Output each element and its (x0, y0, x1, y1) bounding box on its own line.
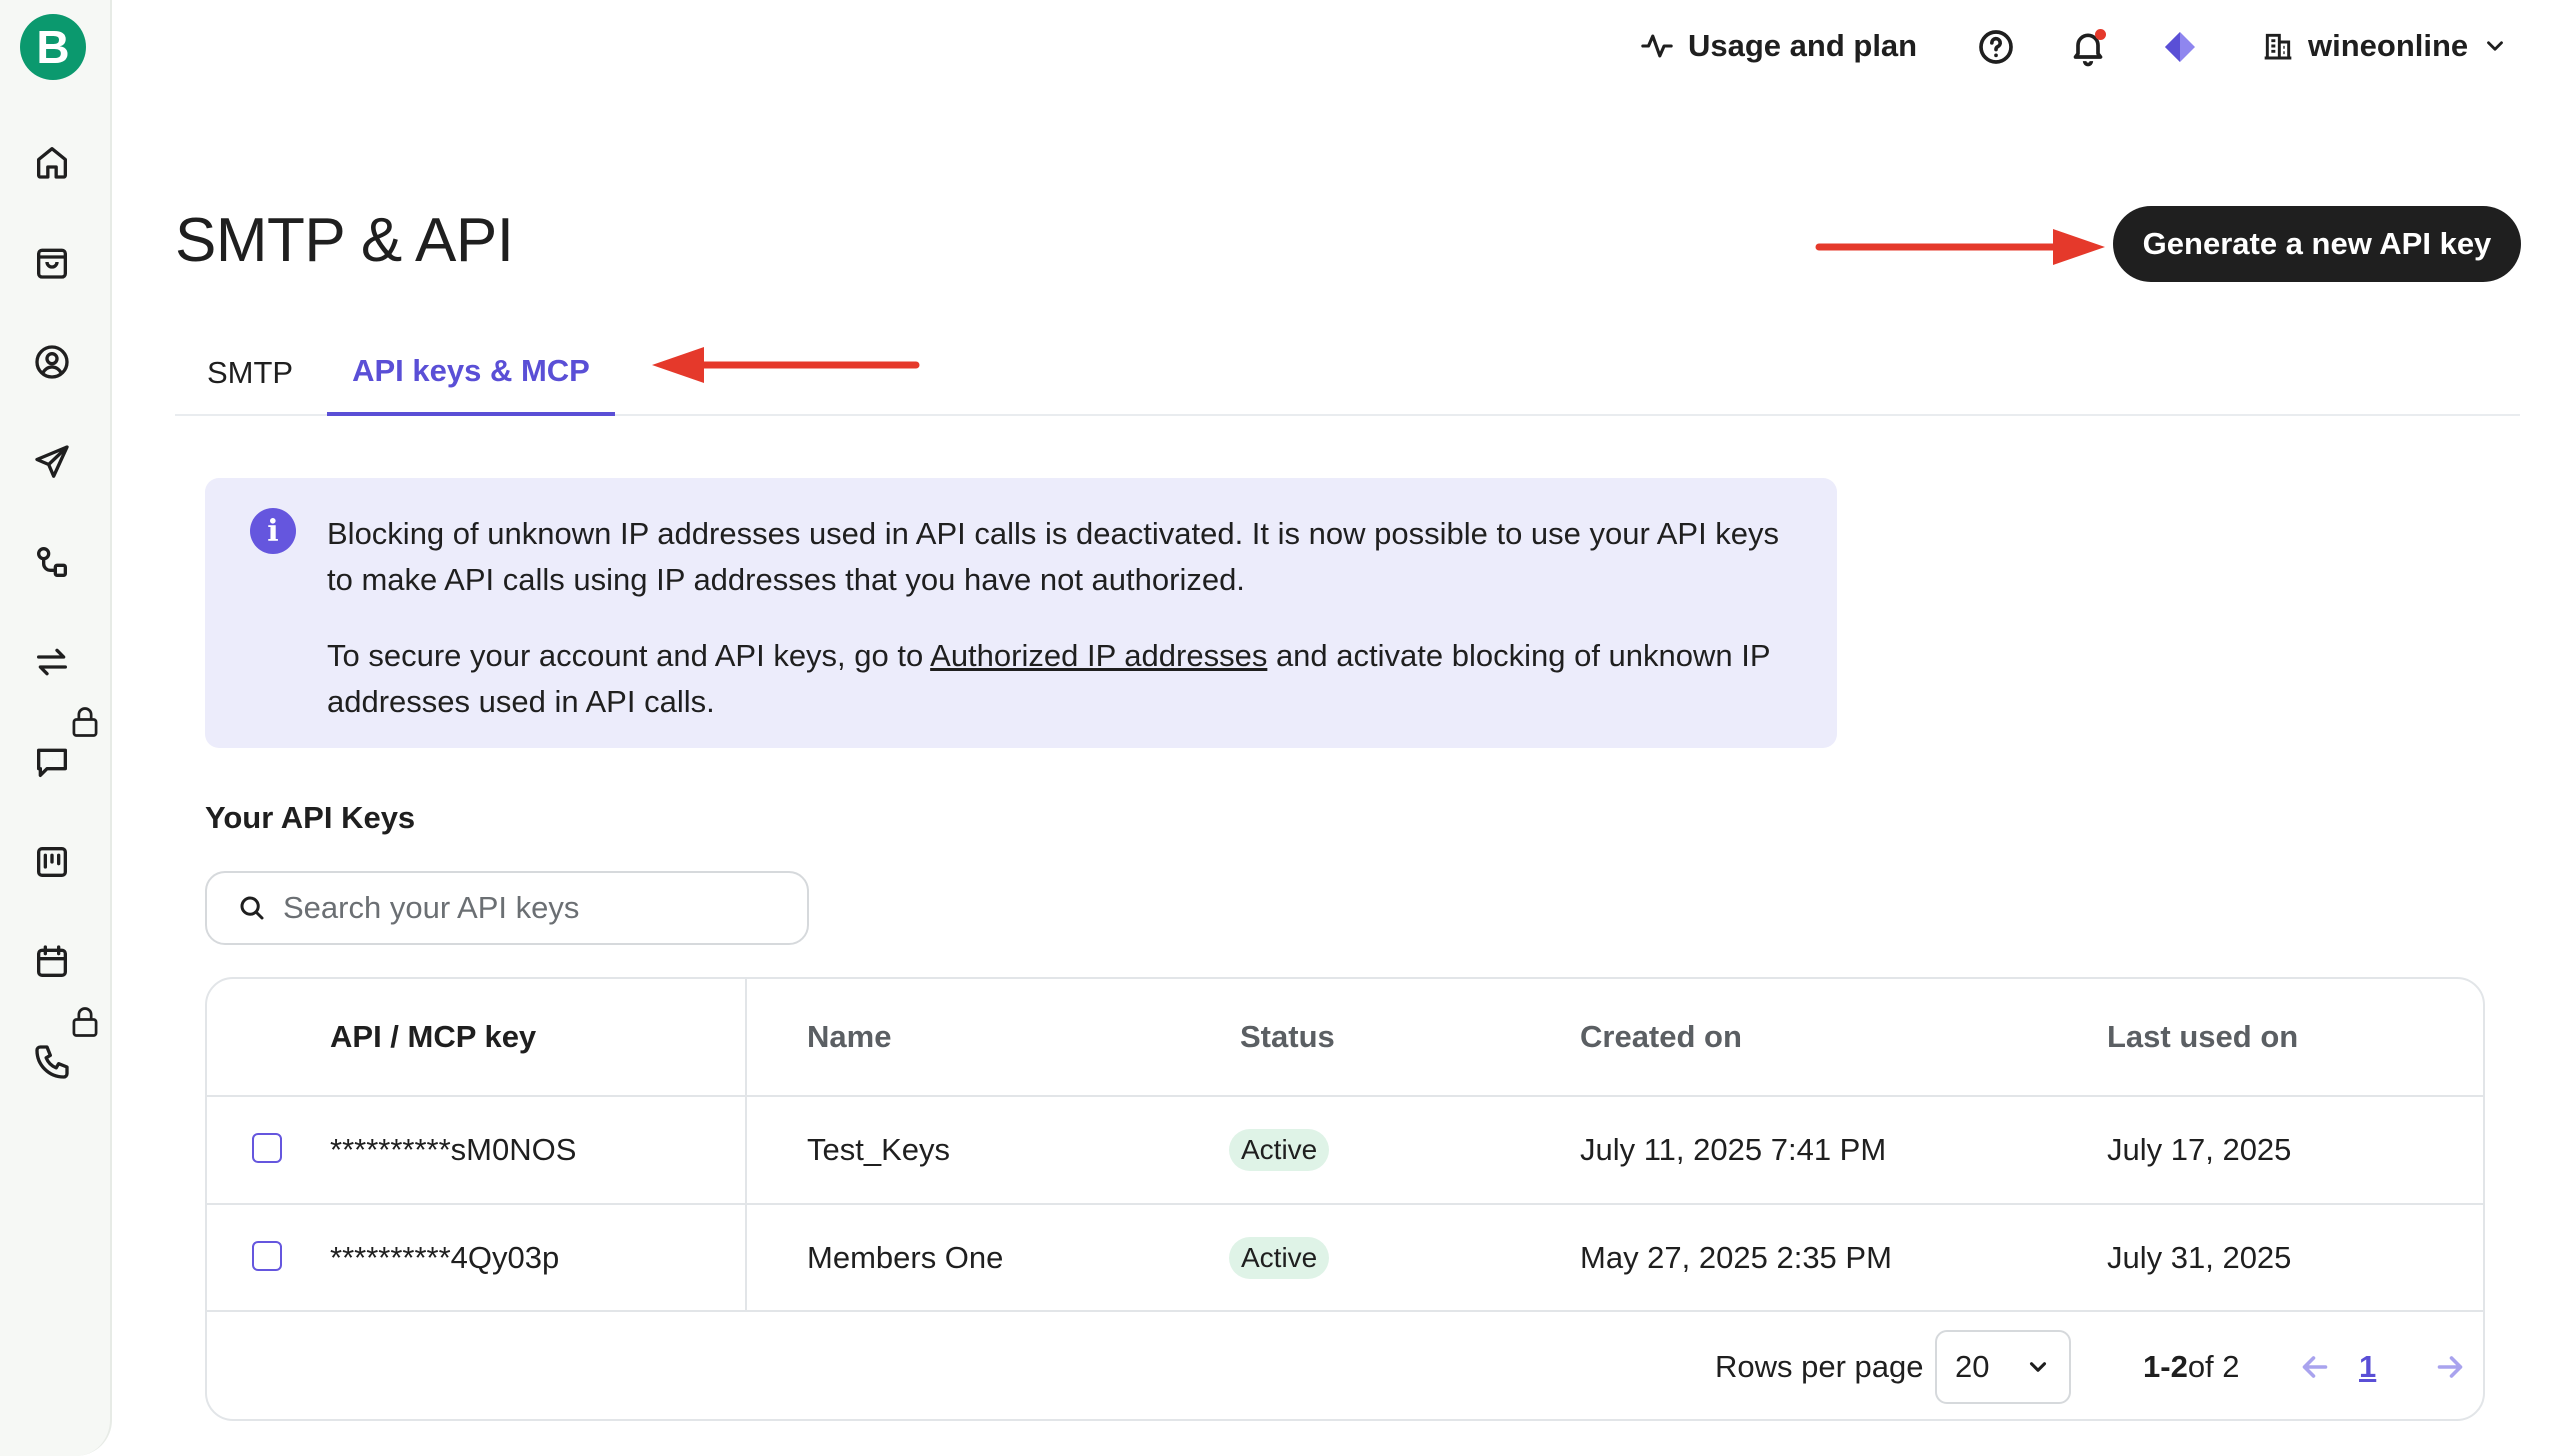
phone-icon[interactable] (26, 1036, 78, 1088)
rows-per-page-select[interactable]: 20 (1935, 1330, 2071, 1404)
chevron-down-icon (2029, 1362, 2047, 1372)
arrow-right-icon[interactable] (2432, 1349, 2468, 1385)
annotation-arrow-right (1815, 229, 2105, 265)
status-badge: Active (1229, 1237, 1330, 1279)
account-menu[interactable]: wineonline (2262, 26, 2508, 66)
conversations-icon[interactable] (26, 736, 78, 788)
campaigns-icon[interactable] (26, 436, 78, 488)
automations-icon[interactable] (26, 536, 78, 588)
premium-diamond-icon[interactable] (2160, 27, 2200, 67)
lock-icon (72, 707, 98, 737)
api-key-value: **********sM0NOS (330, 1132, 577, 1167)
arrow-left-icon[interactable] (2297, 1349, 2333, 1385)
chevron-down-icon (2487, 41, 2504, 51)
lock-icon (72, 1007, 98, 1037)
rows-per-page-value: 20 (1955, 1349, 1990, 1384)
shopping-bag-icon[interactable] (26, 236, 78, 288)
row-checkbox[interactable] (252, 1133, 282, 1163)
api-keys-table: API / MCP key Name Status Created on Las… (205, 977, 2485, 1421)
account-name: wineonline (2308, 28, 2469, 63)
usage-and-plan-link[interactable]: Usage and plan (1640, 26, 1917, 66)
header-last-used-on[interactable]: Last used on (2107, 979, 2298, 1095)
banner-secure-prefix: To secure your account and API keys, go … (327, 638, 931, 673)
contacts-icon[interactable] (26, 336, 78, 388)
usage-and-plan-label: Usage and plan (1688, 28, 1918, 63)
notifications-button[interactable] (2068, 27, 2108, 67)
header-status[interactable]: Status (1240, 979, 1335, 1095)
pagination-range: 1-2 of 2 (2143, 1330, 2240, 1404)
info-icon: i (250, 508, 296, 554)
tab-smtp[interactable]: SMTP (175, 330, 325, 416)
tab-api-keys-mcp[interactable]: API keys & MCP (327, 330, 615, 416)
banner-secure-text: To secure your account and API keys, go … (327, 633, 1807, 725)
sidebar: B (0, 0, 112, 1456)
notification-dot (2095, 29, 2106, 40)
header-name[interactable]: Name (807, 979, 891, 1095)
building-icon (2264, 33, 2292, 60)
search-input[interactable] (283, 890, 803, 926)
last-used-on: July 31, 2025 (2107, 1240, 2292, 1275)
last-used-on: July 17, 2025 (2107, 1132, 2292, 1167)
column-divider (745, 979, 747, 1310)
banner-text: Blocking of unknown IP addresses used in… (327, 516, 1780, 597)
activity-icon (1641, 34, 1673, 58)
pagination-range-total: of 2 (2187, 1349, 2240, 1384)
home-icon[interactable] (26, 136, 78, 188)
created-on: July 11, 2025 7:41 PM (1580, 1132, 1887, 1167)
meetings-icon[interactable] (26, 936, 78, 988)
authorized-ip-link[interactable]: Authorized IP addresses (930, 638, 1267, 673)
header-created-on[interactable]: Created on (1580, 979, 1742, 1095)
deals-icon[interactable] (26, 836, 78, 888)
api-keys-section-title: Your API Keys (205, 800, 416, 835)
row-divider (207, 1310, 2483, 1312)
row-checkbox[interactable] (252, 1241, 282, 1271)
transactional-icon[interactable] (26, 636, 78, 688)
search-icon (240, 896, 264, 920)
created-on: May 27, 2025 2:35 PM (1580, 1240, 1892, 1275)
help-icon[interactable] (1976, 27, 2016, 67)
page-number[interactable]: 1 (2359, 1349, 2376, 1385)
api-key-name: Test_Keys (807, 1132, 951, 1167)
api-key-name: Members One (807, 1240, 1004, 1275)
pagination-range-bold: 1-2 (2143, 1349, 2188, 1384)
search-box[interactable] (205, 871, 809, 945)
status-badge: Active (1229, 1129, 1330, 1171)
page-title: SMTP & API (175, 206, 514, 275)
info-banner: i Blocking of unknown IP addresses used … (205, 478, 1837, 748)
tab-bar: SMTP API keys & MCP (175, 330, 2520, 416)
header-key[interactable]: API / MCP key (330, 979, 536, 1095)
brand-logo[interactable]: B (20, 14, 86, 80)
rows-per-page-label: Rows per page (1715, 1349, 1924, 1384)
generate-api-key-button[interactable]: Generate a new API key (2113, 206, 2521, 282)
api-key-value: **********4Qy03p (330, 1240, 560, 1275)
logo-letter: B (36, 21, 70, 73)
